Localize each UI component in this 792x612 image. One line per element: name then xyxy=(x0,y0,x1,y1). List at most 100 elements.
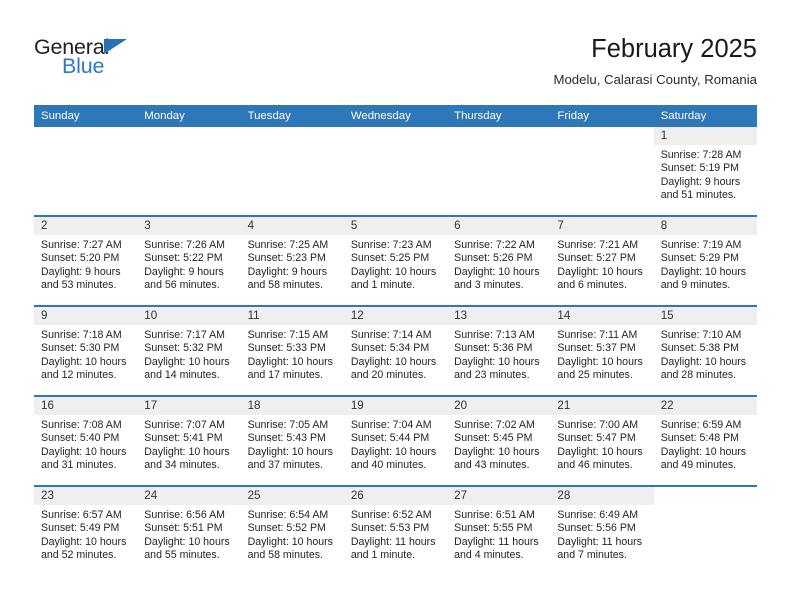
day-number xyxy=(34,127,138,145)
calendar-day-cell[interactable]: 24 Sunrise: 6:56 AM Sunset: 5:51 PM Dayligh… xyxy=(137,485,241,575)
calendar-day-cell[interactable]: 5 Sunrise: 7:23 AM Sunset: 5:25 PM Daylight… xyxy=(343,215,448,306)
sunset-text: Sunset: 5:43 PM xyxy=(247,432,326,445)
sunset-text: Sunset: 5:29 PM xyxy=(660,252,740,265)
calendar-day-cell[interactable]: 12 Sunrise: 7:14 AM Sunset: 5:34 PM Dayligh… xyxy=(343,305,448,396)
daylight-text-line2: and 25 minutes. xyxy=(557,368,633,381)
calendar-day-cell[interactable]: 25 Sunrise: 6:54 AM Sunset: 5:52 PM Dayligh… xyxy=(240,485,344,575)
sunrise-text: Sunrise: 7:25 AM xyxy=(247,239,329,251)
calendar-day-cell[interactable]: 4 Sunrise: 7:25 AM Sunset: 5:23 PM Daylight… xyxy=(240,215,344,306)
day-cell-inner: 21 Sunrise: 7:00 AM Sunset: 5:47 PM Dayligh… xyxy=(550,397,654,485)
calendar-day-cell[interactable]: 3 Sunrise: 7:26 AM Sunset: 5:22 PM Daylight… xyxy=(137,215,241,306)
day-number: 26 xyxy=(343,487,448,505)
daylight-text-line1: Daylight: 10 hours xyxy=(41,355,127,368)
daylight-text-line1: Daylight: 10 hours xyxy=(660,265,747,278)
calendar-day-cell[interactable]: 8 Sunrise: 7:19 AM Sunset: 5:29 PM Daylight… xyxy=(653,215,757,306)
daylight-text-line1: Daylight: 10 hours xyxy=(247,355,333,368)
calendar-page: General Blue February 2025 Modelu, Calar… xyxy=(0,0,792,612)
day-cell-inner xyxy=(343,127,448,215)
daylight-text-line2: and 46 minutes. xyxy=(557,458,633,471)
day-cell-inner: 26 Sunrise: 6:52 AM Sunset: 5:53 PM Dayligh… xyxy=(343,487,448,575)
daylight-text-line2: and 4 minutes. xyxy=(454,548,524,561)
sunset-text: Sunset: 5:26 PM xyxy=(454,252,533,265)
day-number: 20 xyxy=(447,397,551,415)
daylight-text-line1: Daylight: 10 hours xyxy=(660,355,747,368)
daylight-text-line1: Daylight: 10 hours xyxy=(144,445,230,458)
calendar-day-cell[interactable]: 1 Sunrise: 7:28 AM Sunset: 5:19 PM Daylight… xyxy=(653,127,757,216)
calendar-day-cell[interactable]: 28 Sunrise: 6:49 AM Sunset: 5:56 PM Dayligh… xyxy=(550,485,654,575)
calendar-day-cell[interactable]: 6 Sunrise: 7:22 AM Sunset: 5:26 PM Daylight… xyxy=(447,215,551,306)
calendar-day-cell[interactable]: 20 Sunrise: 7:02 AM Sunset: 5:45 PM Dayligh… xyxy=(447,395,551,486)
day-number: 24 xyxy=(137,487,241,505)
calendar-day-cell[interactable]: 9 Sunrise: 7:18 AM Sunset: 5:30 PM Daylight… xyxy=(34,305,138,396)
sunset-text: Sunset: 5:41 PM xyxy=(144,432,223,445)
sunrise-text: Sunrise: 7:02 AM xyxy=(454,419,535,431)
day-info: Sunrise: 6:54 AM Sunset: 5:52 PM Daylight:… xyxy=(241,505,344,562)
calendar-day-cell[interactable]: 14 Sunrise: 7:11 AM Sunset: 5:37 PM Dayligh… xyxy=(550,305,654,396)
calendar-day-cell[interactable]: 19 Sunrise: 7:04 AM Sunset: 5:44 PM Dayligh… xyxy=(343,395,448,486)
day-info: Sunrise: 7:28 AM Sunset: 5:19 PM Daylight:… xyxy=(654,145,757,202)
calendar-day-cell[interactable]: 27 Sunrise: 6:51 AM Sunset: 5:55 PM Dayligh… xyxy=(447,485,551,575)
daylight-text-line2: and 12 minutes. xyxy=(41,368,117,381)
daylight-text-line2: and 53 minutes. xyxy=(41,278,117,291)
day-cell-inner: 13 Sunrise: 7:13 AM Sunset: 5:36 PM Dayligh… xyxy=(447,307,551,395)
calendar-day-cell[interactable]: 13 Sunrise: 7:13 AM Sunset: 5:36 PM Dayligh… xyxy=(447,305,551,396)
daylight-text-line2: and 40 minutes. xyxy=(350,458,427,471)
general-blue-logo[interactable]: General Blue xyxy=(34,35,244,87)
sunrise-text: Sunrise: 7:28 AM xyxy=(660,149,742,161)
calendar-day-cell[interactable]: 18 Sunrise: 7:05 AM Sunset: 5:43 PM Dayligh… xyxy=(240,395,344,486)
sunset-text: Sunset: 5:25 PM xyxy=(350,252,430,265)
calendar-day-cell[interactable]: 23 Sunrise: 6:57 AM Sunset: 5:49 PM Dayligh… xyxy=(34,485,138,575)
calendar-day-cell[interactable]: 16 Sunrise: 7:08 AM Sunset: 5:40 PM Dayligh… xyxy=(34,395,138,486)
day-cell-inner: 4 Sunrise: 7:25 AM Sunset: 5:23 PM Daylight… xyxy=(240,217,344,305)
page-subtitle: Modelu, Calarasi County, Romania xyxy=(553,72,757,87)
daylight-text-line1: Daylight: 11 hours xyxy=(350,535,436,548)
daylight-text-line2: and 55 minutes. xyxy=(144,548,220,561)
calendar-day-cell xyxy=(137,127,241,216)
calendar-day-cell[interactable]: 2 Sunrise: 7:27 AM Sunset: 5:20 PM Daylight… xyxy=(34,215,138,306)
day-cell-inner: 14 Sunrise: 7:11 AM Sunset: 5:37 PM Dayligh… xyxy=(550,307,654,395)
day-number: 28 xyxy=(550,487,654,505)
daylight-text-line2: and 58 minutes. xyxy=(247,278,323,291)
day-cell-inner xyxy=(447,127,551,215)
day-number: 10 xyxy=(137,307,241,325)
daylight-text-line1: Daylight: 10 hours xyxy=(247,445,333,458)
daylight-text-line1: Daylight: 11 hours xyxy=(557,535,643,548)
sunset-text: Sunset: 5:47 PM xyxy=(557,432,636,445)
daylight-text-line1: Daylight: 10 hours xyxy=(557,445,643,458)
calendar-day-cell[interactable]: 22 Sunrise: 6:59 AM Sunset: 5:48 PM Dayligh… xyxy=(653,395,757,486)
calendar-day-cell[interactable]: 15 Sunrise: 7:10 AM Sunset: 5:38 PM Dayligh… xyxy=(653,305,757,396)
triangle-icon xyxy=(104,39,127,54)
day-info: Sunrise: 7:04 AM Sunset: 5:44 PM Daylight:… xyxy=(344,415,447,472)
daylight-text-line2: and 51 minutes. xyxy=(660,188,737,201)
day-number xyxy=(343,127,448,145)
sunrise-text: Sunrise: 7:00 AM xyxy=(557,419,639,431)
calendar-table: Sunday Monday Tuesday Wednesday Thursday… xyxy=(34,105,757,575)
calendar-day-cell[interactable]: 7 Sunrise: 7:21 AM Sunset: 5:27 PM Daylight… xyxy=(550,215,654,306)
sunrise-text: Sunrise: 7:23 AM xyxy=(350,239,432,251)
calendar-day-cell[interactable]: 26 Sunrise: 6:52 AM Sunset: 5:53 PM Dayligh… xyxy=(343,485,448,575)
day-number: 17 xyxy=(137,397,241,415)
sunrise-text: Sunrise: 6:54 AM xyxy=(247,509,329,521)
title-block: February 2025 Modelu, Calarasi County, R… xyxy=(237,33,757,90)
sunrise-text: Sunrise: 7:18 AM xyxy=(41,329,122,341)
daylight-text-line1: Daylight: 10 hours xyxy=(454,265,540,278)
calendar-day-cell[interactable]: 11 Sunrise: 7:15 AM Sunset: 5:33 PM Dayligh… xyxy=(240,305,344,396)
sunrise-text: Sunrise: 6:59 AM xyxy=(660,419,742,431)
day-number: 27 xyxy=(447,487,551,505)
sunset-text: Sunset: 5:44 PM xyxy=(350,432,430,445)
sunrise-text: Sunrise: 7:11 AM xyxy=(557,329,638,341)
calendar-day-cell[interactable]: 21 Sunrise: 7:00 AM Sunset: 5:47 PM Dayligh… xyxy=(550,395,654,486)
day-number: 18 xyxy=(240,397,344,415)
calendar-week-row: 1 Sunrise: 7:28 AM Sunset: 5:19 PM Daylight… xyxy=(34,127,757,216)
sunset-text: Sunset: 5:48 PM xyxy=(660,432,740,445)
calendar-day-cell[interactable]: 10 Sunrise: 7:17 AM Sunset: 5:32 PM Dayligh… xyxy=(137,305,241,396)
day-info: Sunrise: 7:02 AM Sunset: 5:45 PM Daylight:… xyxy=(447,415,550,472)
day-info: Sunrise: 7:22 AM Sunset: 5:26 PM Daylight:… xyxy=(447,235,550,292)
calendar-day-cell[interactable]: 17 Sunrise: 7:07 AM Sunset: 5:41 PM Dayligh… xyxy=(137,395,241,486)
calendar-day-cell xyxy=(653,485,757,575)
day-cell-inner xyxy=(653,487,757,575)
daylight-text-line2: and 23 minutes. xyxy=(454,368,530,381)
daylight-text-line2: and 9 minutes. xyxy=(660,278,731,291)
day-info: Sunrise: 7:18 AM Sunset: 5:30 PM Daylight:… xyxy=(34,325,137,382)
day-cell-inner: 23 Sunrise: 6:57 AM Sunset: 5:49 PM Dayligh… xyxy=(34,487,138,575)
